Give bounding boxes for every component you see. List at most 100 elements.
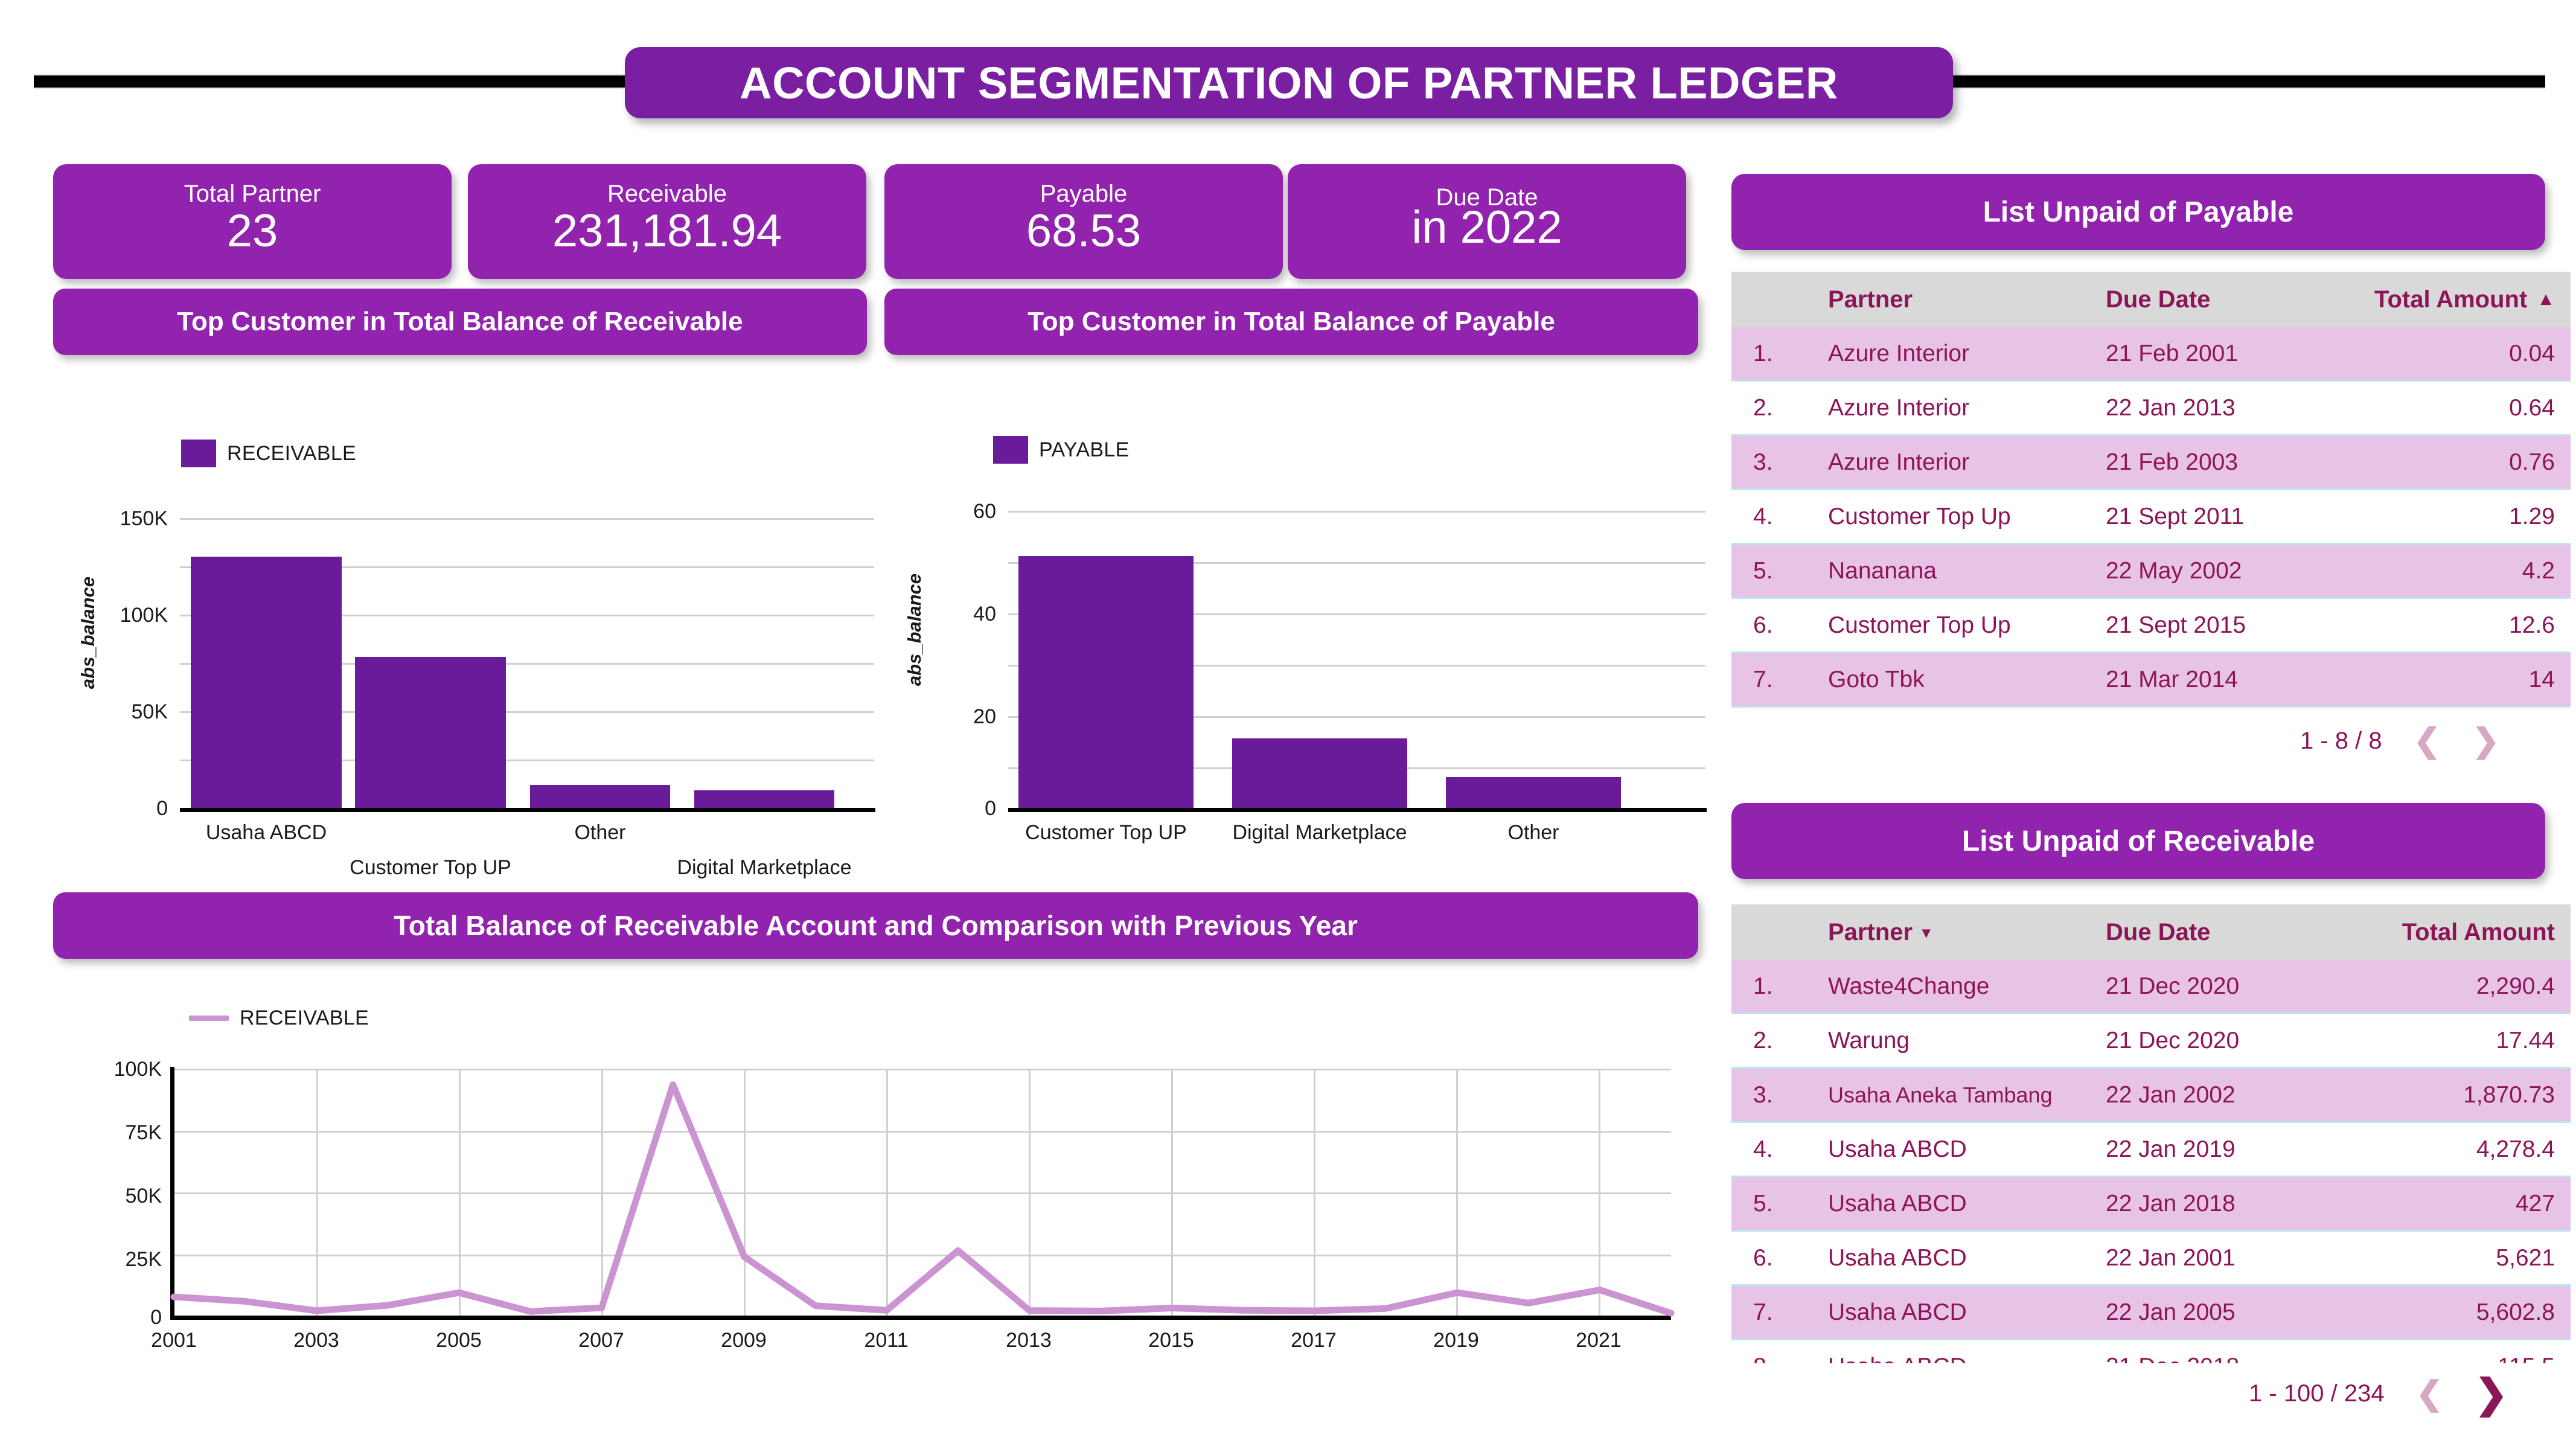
header-due-date-receivable[interactable]: Due Date (2106, 919, 2335, 946)
gridline (1008, 511, 1705, 513)
legend-swatch-payable (993, 436, 1028, 464)
table-row[interactable]: 1. Waste4Change 21 Dec 2020 2,290.4 (1731, 960, 2571, 1014)
chart-receivable-by-customer: RECEIVABLE abs_balance 150K 100K 50K 0 U… (53, 423, 875, 879)
table-row[interactable]: 1. Azure Interior 21 Feb 2001 0.04 (1731, 327, 2571, 382)
banner-list-unpaid-payable-label: List Unpaid of Payable (1983, 196, 2294, 228)
row-due-date: 21 Mar 2014 (2106, 666, 2238, 693)
banner-top-customer-payable: Top Customer in Total Balance of Payable (884, 289, 1698, 355)
legend-payable-bar: PAYABLE (993, 436, 1130, 464)
x-tick-2009: 2009 (721, 1329, 767, 1352)
header-total-amount-payable[interactable]: Total Amount ▲ (2335, 286, 2571, 313)
kpi-card-due-date: Due Date in 2022 (1288, 164, 1686, 279)
bar-payable-customer-top-up (1018, 556, 1194, 808)
row-amount: 0.76 (2509, 449, 2555, 475)
row-partner: Usaha ABCD (1828, 1299, 1967, 1325)
vgridline (1314, 1069, 1315, 1316)
row-partner: Usaha ABCD (1828, 1136, 1967, 1162)
table-row[interactable]: 3. Usaha Aneka Tambang 22 Jan 2002 1,870… (1731, 1069, 2571, 1123)
table-unpaid-receivable: Partner ▾ Due Date Total Amount 1. Waste… (1731, 904, 2571, 1395)
row-partner: Goto Tbk (1828, 666, 1925, 693)
pagination-prev-icon-payable[interactable]: ❮ (2414, 724, 2441, 757)
row-index: 1. (1753, 973, 1773, 999)
header-partner-payable[interactable]: Partner (1828, 286, 2106, 313)
row-index: 4. (1753, 503, 1773, 529)
row-amount: 0.04 (2509, 340, 2555, 366)
header-due-date-payable[interactable]: Due Date (2106, 286, 2335, 313)
table-row[interactable]: 6. Customer Top Up 21 Sept 2015 12.6 (1731, 599, 2571, 653)
row-due-date: 21 Sept 2011 (2106, 503, 2245, 529)
table-row[interactable]: 7. Usaha ABCD 22 Jan 2005 5,602.8 (1731, 1286, 2571, 1340)
header-total-amount-receivable[interactable]: Total Amount (2335, 919, 2571, 946)
x-tick-receivable-digital-market: Digital Marketplace (677, 856, 852, 879)
row-amount: 427 (2515, 1190, 2555, 1217)
table-row[interactable]: 6. Usaha ABCD 22 Jan 2001 5,621 (1731, 1232, 2571, 1286)
x-tick-2019: 2019 (1433, 1329, 1479, 1352)
table-row[interactable]: 3. Azure Interior 21 Feb 2003 0.76 (1731, 436, 2571, 490)
vgridline (1599, 1069, 1600, 1316)
y-tick-receivable-50k: 50K (131, 700, 168, 723)
table-row[interactable]: 5. Usaha ABCD 22 Jan 2018 427 (1731, 1177, 2571, 1232)
table-row[interactable]: 2. Azure Interior 22 Jan 2013 0.64 (1731, 382, 2571, 436)
sort-ascending-icon: ▲ (2537, 289, 2555, 309)
row-partner: Usaha ABCD (1828, 1244, 1967, 1271)
row-amount: 4.2 (2522, 557, 2555, 584)
row-due-date: 22 Jan 2005 (2106, 1299, 2236, 1325)
row-due-date: 21 Dec 2020 (2106, 973, 2240, 999)
y-tick-trend-25k: 25K (125, 1248, 162, 1271)
y-tick-payable-60: 60 (973, 500, 996, 523)
gridline (174, 1255, 1671, 1256)
pagination-payable: 1 - 8 / 8 ❮ ❯ (2300, 724, 2499, 757)
y-tick-trend-50k: 50K (125, 1185, 162, 1208)
header-partner-payable-label: Partner (1828, 286, 1913, 313)
pagination-next-icon-receivable[interactable]: ❯ (2475, 1374, 2508, 1413)
trend-line-path (170, 1081, 1675, 1317)
kpi-card-total-partner: Total Partner 23 (53, 164, 452, 279)
x-axis-line-receivable-bar (180, 808, 875, 812)
header-total-amount-receivable-label: Total Amount (2402, 918, 2555, 945)
table-row[interactable]: 5. Nananana 22 May 2002 4.2 (1731, 545, 2571, 599)
x-axis-line-payable-bar (1008, 808, 1707, 812)
legend-receivable-bar: RECEIVABLE (181, 440, 356, 467)
table-unpaid-payable: Partner Due Date Total Amount ▲ 1. Azure… (1731, 272, 2571, 708)
legend-label-payable: PAYABLE (1039, 438, 1130, 461)
y-axis-line-trend (170, 1067, 174, 1318)
pagination-range-receivable: 1 - 100 / 234 (2249, 1380, 2385, 1407)
pagination-next-icon-payable[interactable]: ❯ (2472, 724, 2499, 757)
table-row[interactable]: 2. Warung 21 Dec 2020 17.44 (1731, 1014, 2571, 1069)
gridline (174, 1069, 1671, 1070)
row-due-date: 21 Feb 2003 (2106, 449, 2239, 475)
row-partner: Warung (1828, 1027, 1910, 1054)
bar-receivable-customer-top-up (355, 657, 506, 808)
y-axis-title-text: abs_balance (77, 576, 98, 689)
row-due-date: 21 Dec 2020 (2106, 1027, 2240, 1054)
row-partner: Usaha ABCD (1828, 1190, 1967, 1217)
header-due-date-payable-label: Due Date (2106, 286, 2211, 313)
x-axis-line-trend (170, 1316, 1671, 1320)
x-tick-payable-customer-top-up: Customer Top UP (1025, 821, 1187, 844)
row-index: 3. (1753, 449, 1773, 475)
banner-list-unpaid-receivable: List Unpaid of Receivable (1731, 803, 2545, 879)
table-row[interactable]: 7. Goto Tbk 21 Mar 2014 14 (1731, 653, 2571, 708)
row-due-date: 22 Jan 2013 (2106, 394, 2236, 421)
row-partner: Customer Top Up (1828, 612, 2011, 638)
table-row[interactable]: 4. Customer Top Up 21 Sept 2011 1.29 (1731, 490, 2571, 545)
kpi-card-receivable: Receivable 231,181.94 (468, 164, 866, 279)
dashboard-page: ACCOUNT SEGMENTATION OF PARTNER LEDGER T… (0, 0, 2576, 1449)
row-amount: 2,290.4 (2476, 973, 2555, 999)
row-amount: 5,621 (2496, 1244, 2555, 1271)
legend-receivable-trend: RECEIVABLE (189, 1006, 369, 1030)
header-partner-receivable-label: Partner (1828, 918, 1913, 945)
row-index: 5. (1753, 557, 1773, 584)
y-tick-payable-40: 40 (973, 603, 996, 625)
x-tick-2013: 2013 (1006, 1329, 1052, 1352)
header-partner-receivable[interactable]: Partner ▾ (1828, 919, 2106, 946)
row-index: 6. (1753, 612, 1773, 638)
legend-label-receivable-trend: RECEIVABLE (240, 1006, 369, 1029)
legend-label-receivable: RECEIVABLE (227, 441, 357, 465)
row-index: 7. (1753, 666, 1773, 693)
row-index: 5. (1753, 1190, 1773, 1217)
pagination-prev-icon-receivable[interactable]: ❮ (2416, 1377, 2443, 1410)
table-row[interactable]: 4. Usaha ABCD 22 Jan 2019 4,278.4 (1731, 1123, 2571, 1177)
row-index: 2. (1753, 1027, 1773, 1054)
bar-payable-other (1446, 777, 1621, 808)
